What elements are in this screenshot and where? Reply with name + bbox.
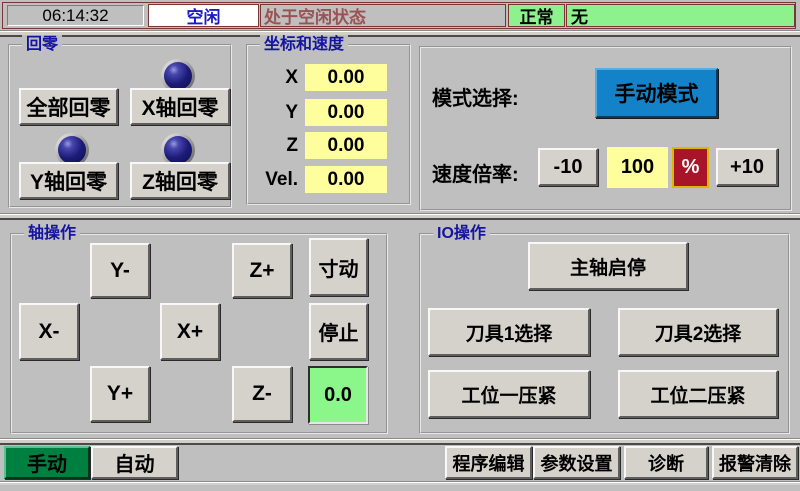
diagnosis-button[interactable]: 诊断 <box>624 446 708 479</box>
x-coord-label: X <box>248 64 298 91</box>
vel-label: Vel. <box>248 166 298 193</box>
divider <box>0 481 800 485</box>
status-bar: 06:14:32 空闲 处于空闲状态 正常 无 <box>2 2 796 29</box>
led-core <box>58 136 86 164</box>
led-core <box>164 62 192 90</box>
speed-plus-button[interactable]: +10 <box>716 148 778 186</box>
parameter-settings-button[interactable]: 参数设置 <box>533 446 620 479</box>
stop-button[interactable]: 停止 <box>309 303 368 360</box>
jog-button[interactable]: 寸动 <box>309 238 368 296</box>
homing-group: 回零 全部回零 X轴回零 Y轴回零 Z轴回零 <box>8 44 232 208</box>
alarm-state-badge: 正常 <box>508 4 565 27</box>
y-minus-button[interactable]: Y- <box>90 243 150 298</box>
x-plus-button[interactable]: X+ <box>160 303 220 360</box>
z-coord-label: Z <box>248 132 298 159</box>
coords-group-title: 坐标和速度 <box>260 35 348 54</box>
auto-mode-tab[interactable]: 自动 <box>91 446 178 479</box>
speed-minus-button[interactable]: -10 <box>538 148 598 186</box>
mode-select-label: 模式选择: <box>432 82 519 111</box>
y-plus-button[interactable]: Y+ <box>90 366 150 422</box>
tool1-select-button[interactable]: 刀具1选择 <box>428 308 590 356</box>
divider <box>0 213 800 220</box>
station1-clamp-button[interactable]: 工位一压紧 <box>428 370 590 418</box>
alarm-clear-button[interactable]: 报警清除 <box>712 446 798 479</box>
speed-override-value[interactable]: 100 <box>607 147 668 188</box>
percent-sign: % <box>672 147 709 188</box>
y-coord-value: 0.00 <box>305 99 387 126</box>
io-group-title: IO操作 <box>433 224 490 243</box>
z-plus-button[interactable]: Z+ <box>232 243 292 298</box>
machine-mode-display: 空闲 <box>148 4 259 27</box>
divider <box>0 438 800 445</box>
station2-clamp-button[interactable]: 工位二压紧 <box>618 370 778 418</box>
led-core <box>164 136 192 164</box>
home-y-button[interactable]: Y轴回零 <box>19 162 118 199</box>
divider <box>0 30 800 37</box>
program-edit-button[interactable]: 程序编辑 <box>445 446 532 479</box>
mode-select-button[interactable]: 手动模式 <box>595 68 718 118</box>
vel-value: 0.00 <box>305 166 387 193</box>
x-minus-button[interactable]: X- <box>19 303 79 360</box>
home-x-button[interactable]: X轴回零 <box>130 88 230 125</box>
clock-display: 06:14:32 <box>7 5 144 26</box>
manual-mode-tab[interactable]: 手动 <box>4 446 90 479</box>
jog-step-value[interactable]: 0.0 <box>308 366 368 424</box>
axis-operation-group: 轴操作 Y- Z+ 寸动 X- X+ 停止 Y+ Z- 0.0 <box>10 233 388 434</box>
tool2-select-button[interactable]: 刀具2选择 <box>618 308 778 356</box>
alarm-message: 无 <box>566 4 795 27</box>
z-coord-value: 0.00 <box>305 132 387 159</box>
speed-override-label: 速度倍率: <box>432 158 519 187</box>
home-z-button[interactable]: Z轴回零 <box>130 162 230 199</box>
io-operation-group: IO操作 主轴启停 刀具1选择 刀具2选择 工位一压紧 工位二压紧 <box>419 233 790 434</box>
home-all-button[interactable]: 全部回零 <box>19 88 118 125</box>
status-message: 处于空闲状态 <box>260 4 506 27</box>
coords-group: 坐标和速度 X 0.00 Y 0.00 Z 0.00 Vel. 0.00 <box>246 44 411 205</box>
z-minus-button[interactable]: Z- <box>232 366 292 422</box>
x-coord-value: 0.00 <box>305 64 387 91</box>
homing-group-title: 回零 <box>22 35 62 54</box>
spindle-start-stop-button[interactable]: 主轴启停 <box>528 242 688 290</box>
y-coord-label: Y <box>248 99 298 126</box>
mode-speed-panel: 模式选择: 手动模式 速度倍率: -10 100 % +10 <box>419 46 792 211</box>
axis-group-title: 轴操作 <box>24 224 80 243</box>
